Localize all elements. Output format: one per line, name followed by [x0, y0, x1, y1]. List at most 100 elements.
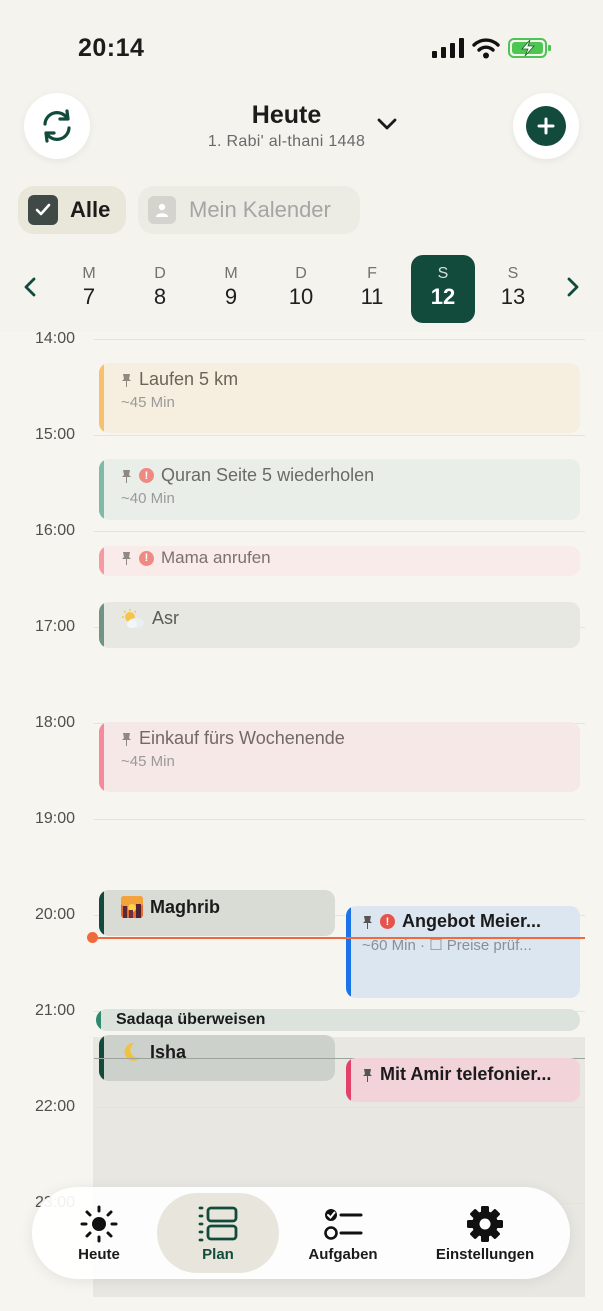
event-title: Asr [152, 608, 179, 628]
day-letter: D [295, 265, 307, 282]
event-duration: ~45 Min [121, 394, 175, 411]
tab-heute[interactable]: Heute [40, 1193, 158, 1273]
tab-aufgaben[interactable]: Aufgaben [282, 1193, 404, 1273]
sunset-icon [121, 896, 143, 918]
pin-icon [363, 1068, 372, 1082]
event-title: Isha [150, 1041, 187, 1062]
chevron-right-icon[interactable] [565, 276, 581, 298]
event-color-bar [346, 906, 351, 998]
tasks-icon [324, 1209, 363, 1240]
hijri-date: 1. Rabi' al-thani 1448 [207, 133, 366, 150]
day-number: 9 [224, 284, 238, 309]
day-number: 12 [430, 284, 456, 309]
person-icon [148, 196, 176, 224]
event-angebot[interactable]: ! Angebot Meier... ~60 Min · ☐ Preise pr… [346, 906, 580, 998]
chevron-down-icon[interactable] [376, 116, 398, 132]
priority-alert-icon: ! [380, 914, 395, 929]
event-mama[interactable]: ! Mama anrufen [99, 546, 580, 576]
day-cell[interactable]: F 11 [340, 255, 404, 323]
day-letter: S [507, 265, 519, 282]
priority-alert-icon: ! [139, 550, 154, 566]
event-quran[interactable]: ! Quran Seite 5 wiederholen ~40 Min [99, 459, 580, 520]
week-strip: M7 D8 M9 D 10 F 11 S 12 S 13 [0, 250, 603, 332]
event-color-bar [346, 1058, 351, 1102]
event-einkauf[interactable]: Einkauf fürs Wochenende ~45 Min [99, 722, 580, 792]
day-letter: D [154, 265, 166, 282]
day-number: 8 [153, 284, 167, 309]
event-sadaqa[interactable]: Sadaqa überweisen [96, 1009, 580, 1031]
tab-label: Einstellungen [435, 1246, 535, 1263]
event-title: Sadaqa überweisen [116, 1011, 266, 1028]
wifi-icon [472, 38, 500, 59]
event-asr[interactable]: Asr [99, 602, 580, 648]
hour-label: 15:00 [35, 426, 76, 443]
day-timeline[interactable]: 14:00 15:00 16:00 17:00 18:00 19:00 20:0… [0, 332, 603, 1311]
tab-einstellungen[interactable]: Einstellungen [417, 1193, 553, 1273]
day-cell[interactable]: D 10 [269, 255, 333, 323]
day-cell[interactable]: D8 [128, 255, 192, 323]
event-laufen[interactable]: Laufen 5 km ~45 Min [99, 363, 580, 433]
pin-icon [122, 469, 131, 483]
event-title-row: ! Mama anrufen [121, 548, 271, 568]
event-maghrib[interactable]: Maghrib [99, 890, 335, 936]
event-color-bar [99, 546, 104, 576]
day-letter: M [224, 265, 238, 282]
event-title: Angebot Meier... [402, 911, 542, 931]
day-cell[interactable]: M7 [57, 255, 121, 323]
page-title[interactable]: Heute [0, 101, 573, 130]
event-duration: ~40 Min [121, 490, 175, 507]
day-letter: M [82, 265, 96, 282]
tab-plan[interactable]: Plan [157, 1193, 279, 1273]
day-cell[interactable]: S 13 [481, 255, 545, 323]
event-color-bar [99, 890, 104, 936]
hour-label: 22:00 [35, 1098, 76, 1115]
day-number: 7 [82, 284, 96, 309]
day-cell[interactable]: M9 [199, 255, 263, 323]
event-title-row: Isha [121, 1041, 186, 1063]
hour-label: 20:00 [35, 906, 76, 923]
event-title: Laufen 5 km [139, 369, 239, 389]
current-time-line [98, 937, 585, 939]
event-duration: ~45 Min [121, 753, 175, 770]
filter-calendar-chip[interactable]: Mein Kalender [138, 186, 360, 234]
event-title-row: ! Quran Seite 5 wiederholen [121, 465, 374, 486]
event-title: Maghrib [150, 896, 220, 917]
filter-all-label: Alle [70, 197, 111, 222]
hour-label: 18:00 [35, 714, 76, 731]
add-button-fill [526, 106, 566, 146]
event-title-row: Asr [121, 608, 179, 629]
hour-label: 16:00 [35, 522, 76, 539]
day-letter: F [367, 265, 377, 282]
event-title-row: Maghrib [121, 896, 220, 918]
chevron-left-icon[interactable] [22, 276, 38, 298]
crescent-moon-icon [124, 1042, 141, 1061]
day-number: 13 [500, 284, 526, 309]
bottom-tab-bar: Heute Plan Aufgaben Einstellungen [32, 1187, 570, 1279]
event-amir[interactable]: Mit Amir telefonier... [346, 1058, 580, 1102]
filter-all-chip[interactable]: Alle [18, 186, 126, 234]
day-number: 11 [360, 284, 384, 309]
event-title: Mit Amir telefonier... [380, 1064, 552, 1084]
priority-alert-icon: ! [139, 468, 154, 483]
day-letter: S [437, 265, 449, 282]
day-cell-selected[interactable]: S 12 [411, 255, 475, 323]
event-title: Einkauf fürs Wochenende [139, 728, 345, 748]
event-color-bar [99, 459, 104, 520]
plus-icon [537, 117, 555, 135]
event-title-row: Laufen 5 km [121, 369, 238, 390]
event-title-row: Sadaqa überweisen [116, 1011, 265, 1029]
event-color-bar [99, 363, 104, 433]
tab-label: Aufgaben [308, 1246, 378, 1263]
event-title-row: ! Angebot Meier... [362, 911, 541, 932]
event-color-bar [99, 602, 104, 648]
event-color-bar [96, 1009, 101, 1031]
battery-charging-icon [508, 38, 551, 58]
sun-icon [80, 1205, 118, 1243]
add-button[interactable] [513, 93, 579, 159]
hour-gridline [94, 435, 585, 436]
sun-behind-cloud-icon [122, 608, 144, 628]
hour-label: 19:00 [35, 810, 76, 827]
pin-icon [122, 552, 131, 565]
checkbox-checked-icon [28, 195, 58, 225]
tab-label: Plan [202, 1246, 234, 1263]
